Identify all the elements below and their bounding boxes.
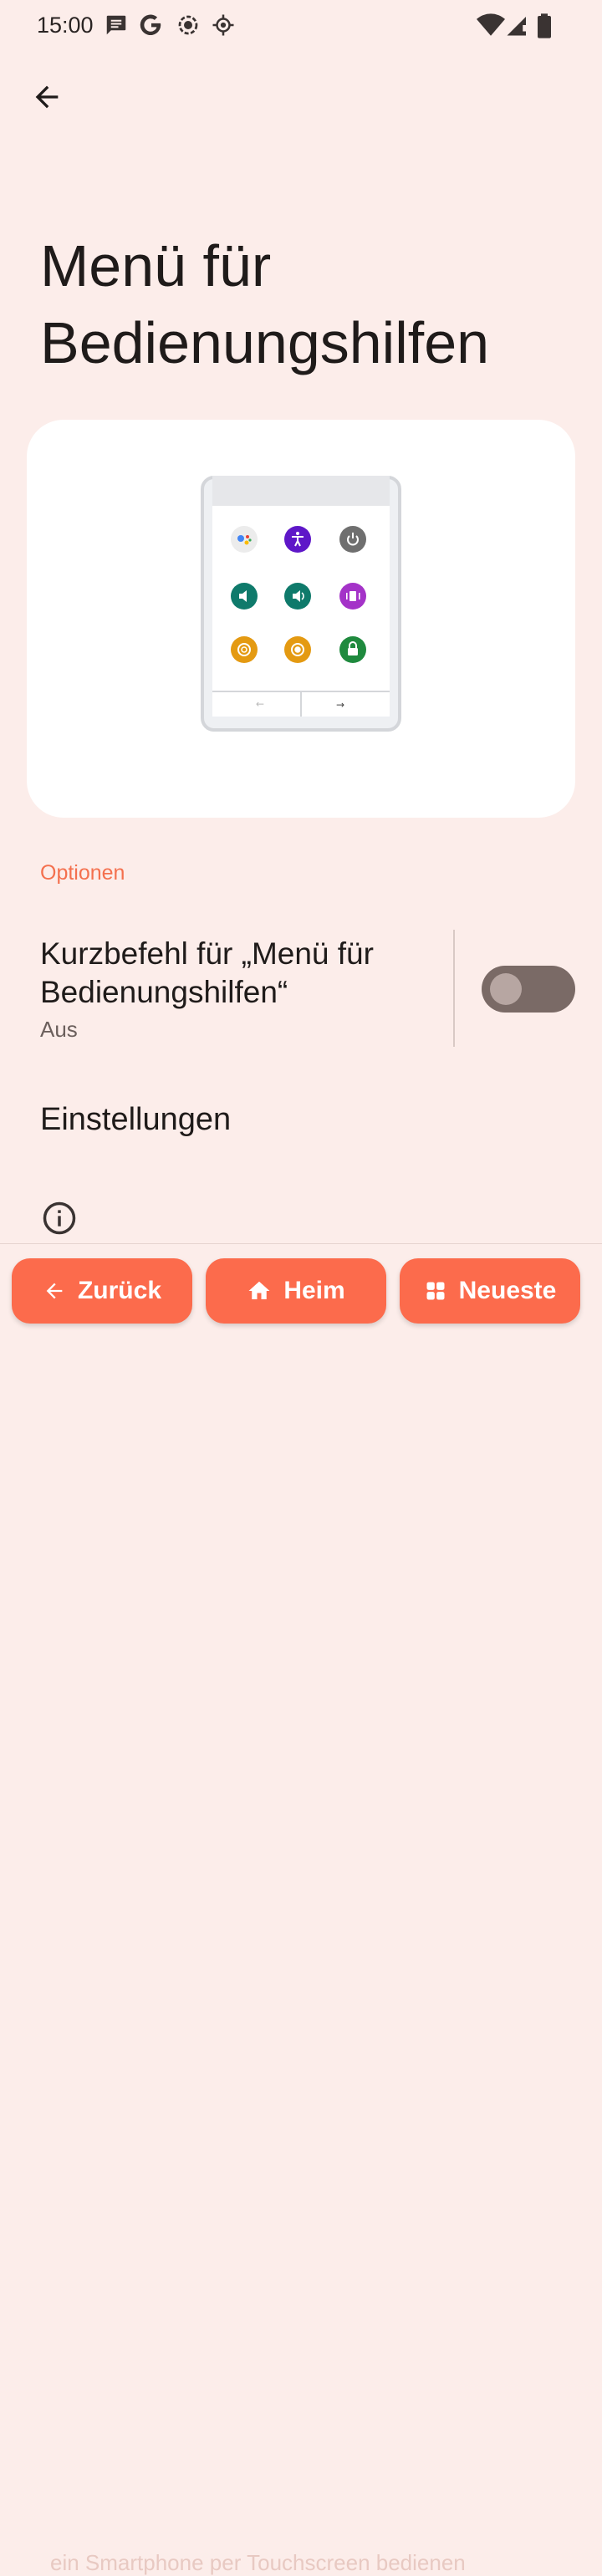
toggle-knob	[490, 973, 522, 1005]
brightness-down-icon	[231, 636, 258, 663]
nav-recents-button[interactable]: Neueste	[400, 1258, 580, 1324]
divider	[453, 930, 455, 1047]
arrow-left-icon	[46, 1283, 63, 1299]
location-icon	[212, 14, 234, 36]
vibrate-icon	[339, 583, 366, 610]
power-icon	[339, 526, 366, 553]
volume-up-icon	[284, 583, 311, 610]
nav-back-button[interactable]: Zurück	[12, 1258, 192, 1324]
home-icon	[248, 1281, 270, 1299]
status-bar: 15:00	[0, 0, 602, 50]
message-icon	[106, 15, 126, 35]
status-time: 15:00	[37, 13, 94, 38]
signal-icon	[507, 17, 526, 36]
settings-item[interactable]: Einstellungen	[40, 1102, 231, 1138]
battery-icon	[538, 13, 551, 38]
google-icon	[140, 14, 161, 36]
obscured-description: ein Smartphone per Touchscreen bedienen	[50, 2550, 466, 2575]
arrow-back-icon	[35, 85, 59, 109]
back-button[interactable]	[23, 74, 70, 120]
screen-record-icon	[178, 15, 198, 35]
shortcut-toggle[interactable]	[482, 966, 575, 1013]
volume-down-icon	[231, 583, 258, 610]
menu-prev-arrow: ←	[256, 698, 264, 710]
info-icon	[43, 1201, 76, 1235]
page-title: Menü für Bedienungshilfen	[40, 233, 490, 375]
shortcut-status: Aus	[40, 1017, 78, 1042]
nav-home-button[interactable]: Heim	[206, 1258, 386, 1324]
brightness-up-icon	[284, 636, 311, 663]
accessibility-menu-illustration: ← →	[201, 476, 401, 732]
section-label-options: Optionen	[40, 861, 125, 885]
nav-recents-label: Neueste	[458, 1277, 557, 1304]
assistant-icon	[231, 526, 258, 553]
menu-next-arrow: →	[336, 699, 344, 711]
wifi-icon	[477, 13, 505, 36]
nav-back-label: Zurück	[77, 1277, 162, 1304]
shortcut-row[interactable]: Kurzbefehl für „Menü für Bedienungshilfe…	[0, 928, 602, 1048]
nav-home-label: Heim	[283, 1277, 345, 1304]
recents-grid-icon	[426, 1282, 445, 1300]
lock-icon	[339, 636, 366, 663]
accessibility-icon	[284, 526, 311, 553]
shortcut-title: Kurzbefehl für „Menü für Bedienungshilfe…	[40, 936, 374, 1009]
